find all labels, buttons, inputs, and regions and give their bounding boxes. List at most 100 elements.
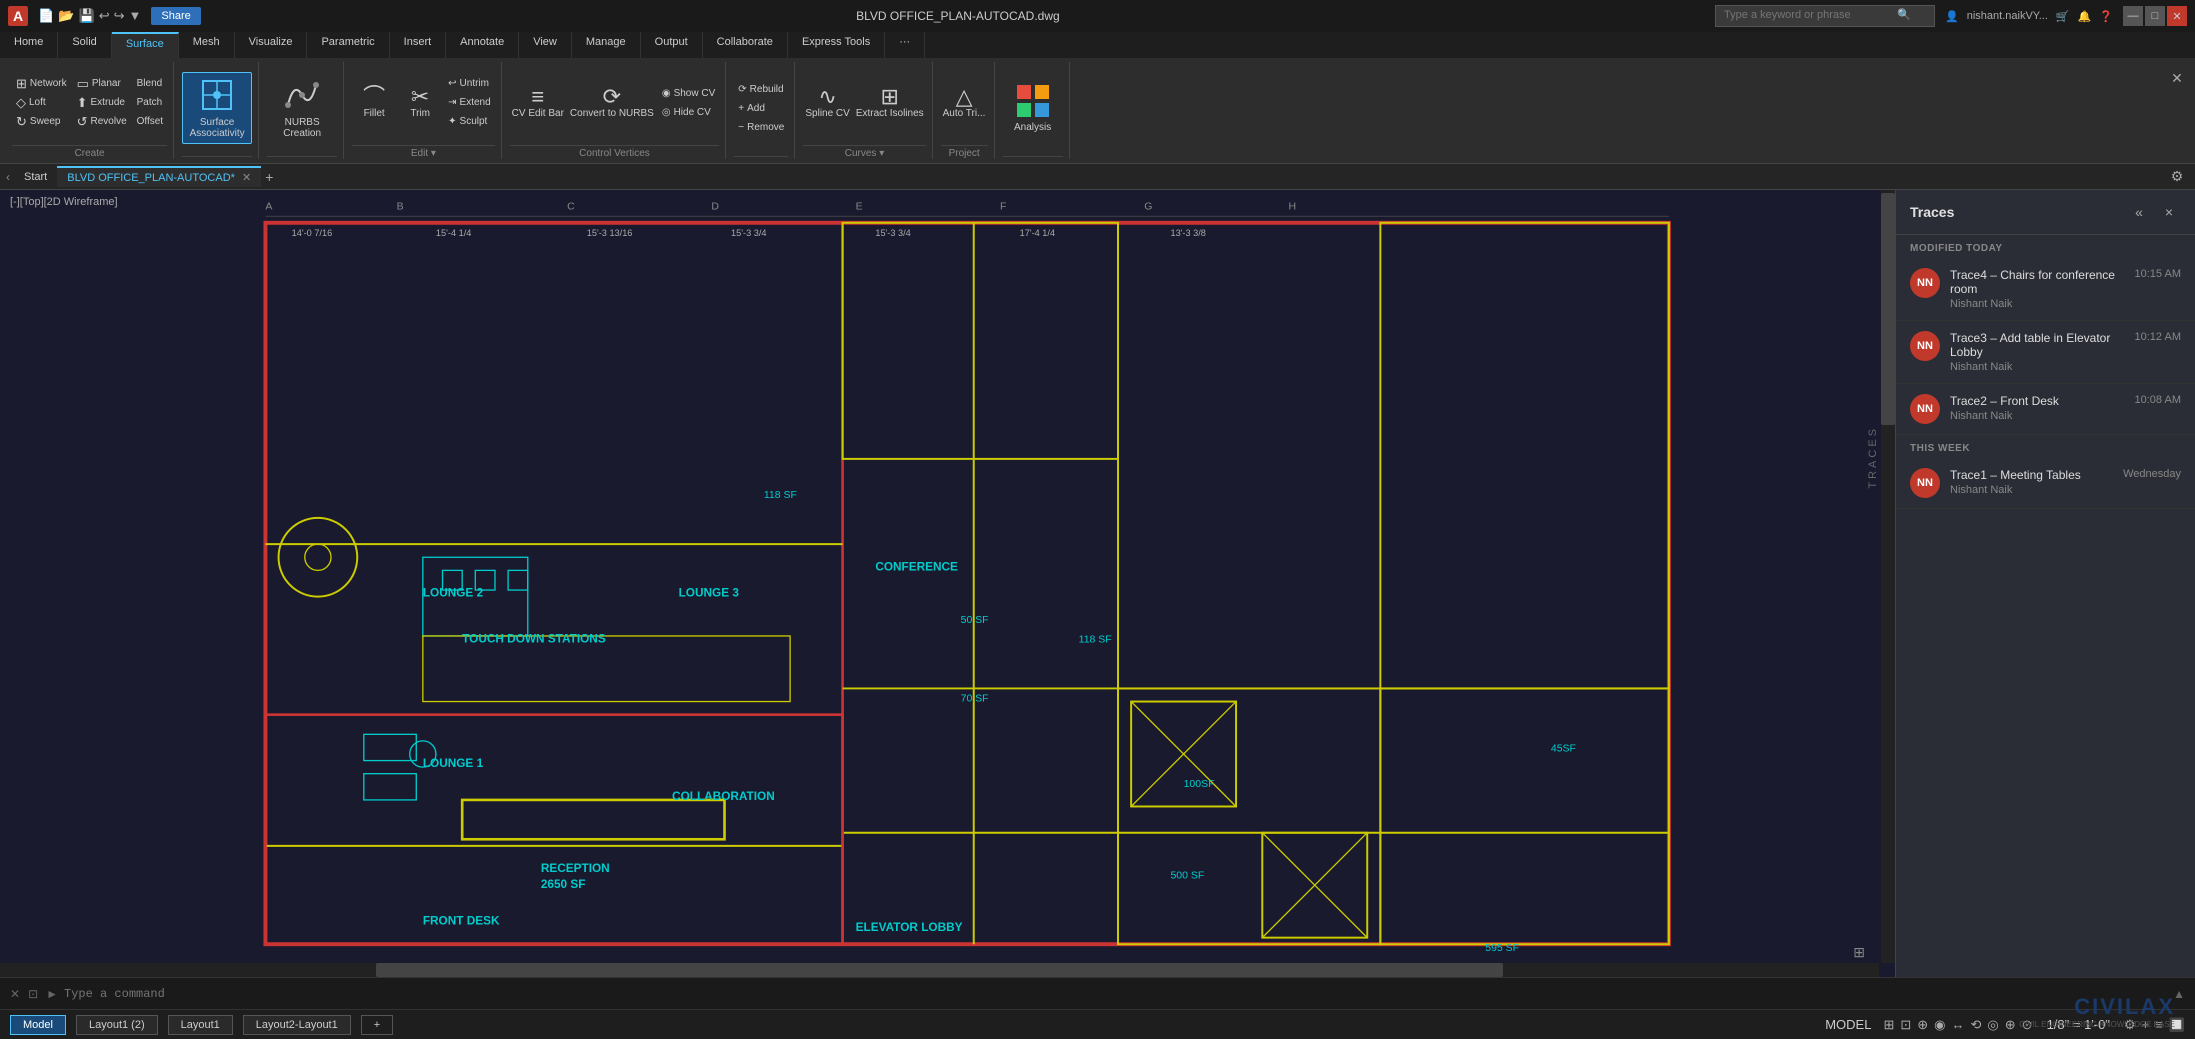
- tab-close-icon[interactable]: ✕: [242, 172, 251, 184]
- patch-button[interactable]: Patch: [133, 94, 168, 112]
- tab-manage[interactable]: Manage: [572, 32, 641, 58]
- analysis-button[interactable]: Analysis: [1003, 72, 1063, 144]
- command-input[interactable]: [64, 987, 2173, 1001]
- revolve-button[interactable]: ↺ Revolve: [73, 113, 131, 131]
- polar-icon[interactable]: ◉: [1934, 1017, 1945, 1033]
- add-label: Add: [747, 103, 765, 114]
- loft-button[interactable]: ◇ Loft: [12, 94, 71, 112]
- hide-cv-button[interactable]: ◎ Hide CV: [658, 103, 719, 121]
- trace1-time: Wednesday: [2123, 468, 2181, 480]
- offset-button[interactable]: Offset: [133, 113, 168, 131]
- canvas-settings-icon[interactable]: ⊞: [1853, 944, 1865, 961]
- share-button[interactable]: Share: [151, 7, 200, 25]
- snap-icon[interactable]: ⊡: [1900, 1017, 1911, 1033]
- close-button[interactable]: ✕: [2167, 6, 2187, 26]
- extend-button[interactable]: ⇥ Extend: [444, 94, 495, 112]
- tab-view[interactable]: View: [519, 32, 572, 58]
- trim-button[interactable]: ✂ Trim: [398, 73, 442, 133]
- trace-item-3[interactable]: NN Trace3 – Add table in Elevator Lobby …: [1896, 321, 2195, 384]
- extract-isolines-button[interactable]: ⊞ Extract Isolines: [854, 73, 926, 133]
- horizontal-scrollbar[interactable]: [0, 963, 1879, 977]
- tab-annotate[interactable]: Annotate: [446, 32, 519, 58]
- network-button[interactable]: ⊞ Network: [12, 75, 71, 93]
- rebuild-label: Rebuild: [750, 84, 784, 95]
- tab-visualize[interactable]: Visualize: [235, 32, 308, 58]
- planar-button[interactable]: ▭ Planar: [73, 75, 131, 93]
- trans-icon[interactable]: ⊕: [2005, 1017, 2016, 1033]
- tab-blvd[interactable]: BLVD OFFICE_PLAN-AUTOCAD* ✕: [57, 166, 261, 187]
- tab-insert[interactable]: Insert: [390, 32, 447, 58]
- help-icon[interactable]: ❓: [2099, 10, 2113, 23]
- sculpt-button[interactable]: ✦ Sculpt: [444, 113, 495, 131]
- tab-more[interactable]: ···: [885, 32, 925, 58]
- traces-close-icon[interactable]: ×: [2157, 200, 2181, 224]
- add-layout-button[interactable]: +: [361, 1015, 393, 1035]
- open-file-icon[interactable]: 📂: [58, 8, 74, 24]
- tab-collaborate[interactable]: Collaborate: [703, 32, 788, 58]
- canvas-area[interactable]: [-][Top][2D Wireframe] A B C D E F G H: [0, 190, 1895, 977]
- svg-text:E: E: [856, 202, 863, 213]
- surface-associativity-button[interactable]: SurfaceAssociativity: [182, 72, 252, 144]
- spline-cv-button[interactable]: ∿ Spline CV: [803, 73, 851, 133]
- trace-item-1[interactable]: NN Trace1 – Meeting Tables Nishant Naik …: [1896, 458, 2195, 509]
- minimize-button[interactable]: —: [2123, 6, 2143, 26]
- tab-express-tools[interactable]: Express Tools: [788, 32, 885, 58]
- convert-nurbs-label: Convert to NURBS: [570, 108, 654, 119]
- status-layout1-2-tab[interactable]: Layout1 (2): [76, 1015, 158, 1035]
- status-model-tab[interactable]: Model: [10, 1015, 66, 1035]
- vertical-scrollbar[interactable]: [1881, 190, 1895, 963]
- save-icon[interactable]: 💾: [79, 8, 95, 24]
- auto-tri-button[interactable]: △ Auto Tri...: [941, 73, 988, 133]
- cart-icon[interactable]: 🛒: [2056, 10, 2070, 23]
- fillet-button[interactable]: ⌒ Fillet: [352, 73, 396, 133]
- tab-output[interactable]: Output: [641, 32, 703, 58]
- blend-button[interactable]: Blend: [133, 75, 168, 93]
- svg-text:2650 SF: 2650 SF: [541, 877, 586, 891]
- traces-back-icon[interactable]: «: [2127, 200, 2151, 224]
- trace-item-2[interactable]: NN Trace2 – Front Desk Nishant Naik 10:0…: [1896, 384, 2195, 435]
- tab-surface[interactable]: Surface: [112, 32, 179, 58]
- tab-home[interactable]: Home: [0, 32, 58, 58]
- tab-mesh[interactable]: Mesh: [179, 32, 235, 58]
- status-layout2-tab[interactable]: Layout2-Layout1: [243, 1015, 351, 1035]
- osnap-icon[interactable]: ↔: [1952, 1017, 1965, 1032]
- maximize-button[interactable]: □: [2145, 6, 2165, 26]
- trace3-title: Trace3 – Add table in Elevator Lobby: [1950, 331, 2125, 359]
- remove-button[interactable]: − Remove: [734, 118, 788, 136]
- rebuild-button[interactable]: ⟳ Rebuild: [734, 80, 788, 98]
- svg-text:RECEPTION: RECEPTION: [541, 861, 610, 875]
- search-box[interactable]: 🔍: [1715, 5, 1935, 27]
- cv-edit-bar-button[interactable]: ≡ CV Edit Bar: [510, 73, 566, 133]
- linewt-icon[interactable]: ◎: [1987, 1017, 1998, 1033]
- traces-vertical-label: TRACES: [1867, 426, 1879, 489]
- ribbon-collapse-button[interactable]: ✕: [2165, 66, 2189, 90]
- untrim-button[interactable]: ↩ Untrim: [444, 75, 495, 93]
- add-tab-button[interactable]: +: [265, 169, 273, 185]
- layout-settings-icon[interactable]: ⚙: [2165, 165, 2189, 189]
- cmd-icon-1[interactable]: ✕: [10, 987, 20, 1001]
- status-layout1-tab[interactable]: Layout1: [168, 1015, 233, 1035]
- search-input[interactable]: [1724, 9, 1894, 21]
- cmd-icon-2[interactable]: ⊡: [28, 987, 38, 1001]
- otrack-icon[interactable]: ⟲: [1971, 1017, 1982, 1033]
- redo-icon[interactable]: ↪: [114, 8, 125, 24]
- sweep-button[interactable]: ↻ Sweep: [12, 113, 71, 131]
- new-file-icon[interactable]: 📄: [38, 8, 54, 24]
- undo-icon[interactable]: ↩: [99, 8, 110, 24]
- grid-icon[interactable]: ⊞: [1883, 1017, 1894, 1033]
- show-cv-button[interactable]: ◉ Show CV: [658, 84, 719, 102]
- trace3-time: 10:12 AM: [2135, 331, 2181, 343]
- tab-parametric[interactable]: Parametric: [307, 32, 389, 58]
- tab-solid[interactable]: Solid: [58, 32, 111, 58]
- add-button[interactable]: + Add: [734, 99, 788, 117]
- extrude-button[interactable]: ⬆ Extrude: [73, 94, 131, 112]
- more-icon[interactable]: ▼: [129, 8, 142, 24]
- convert-to-nurbs-button[interactable]: ⟳ Convert to NURBS: [568, 73, 656, 133]
- nurbs-creation-button[interactable]: NURBSCreation: [267, 72, 337, 144]
- ortho-icon[interactable]: ⊕: [1917, 1017, 1928, 1033]
- tab-start[interactable]: Start: [14, 168, 57, 186]
- trace-item-4[interactable]: NN Trace4 – Chairs for conference room N…: [1896, 258, 2195, 321]
- bell-icon[interactable]: 🔔: [2078, 10, 2092, 23]
- command-prompt: ►: [46, 987, 58, 1001]
- back-arrow-icon[interactable]: ‹: [6, 170, 10, 184]
